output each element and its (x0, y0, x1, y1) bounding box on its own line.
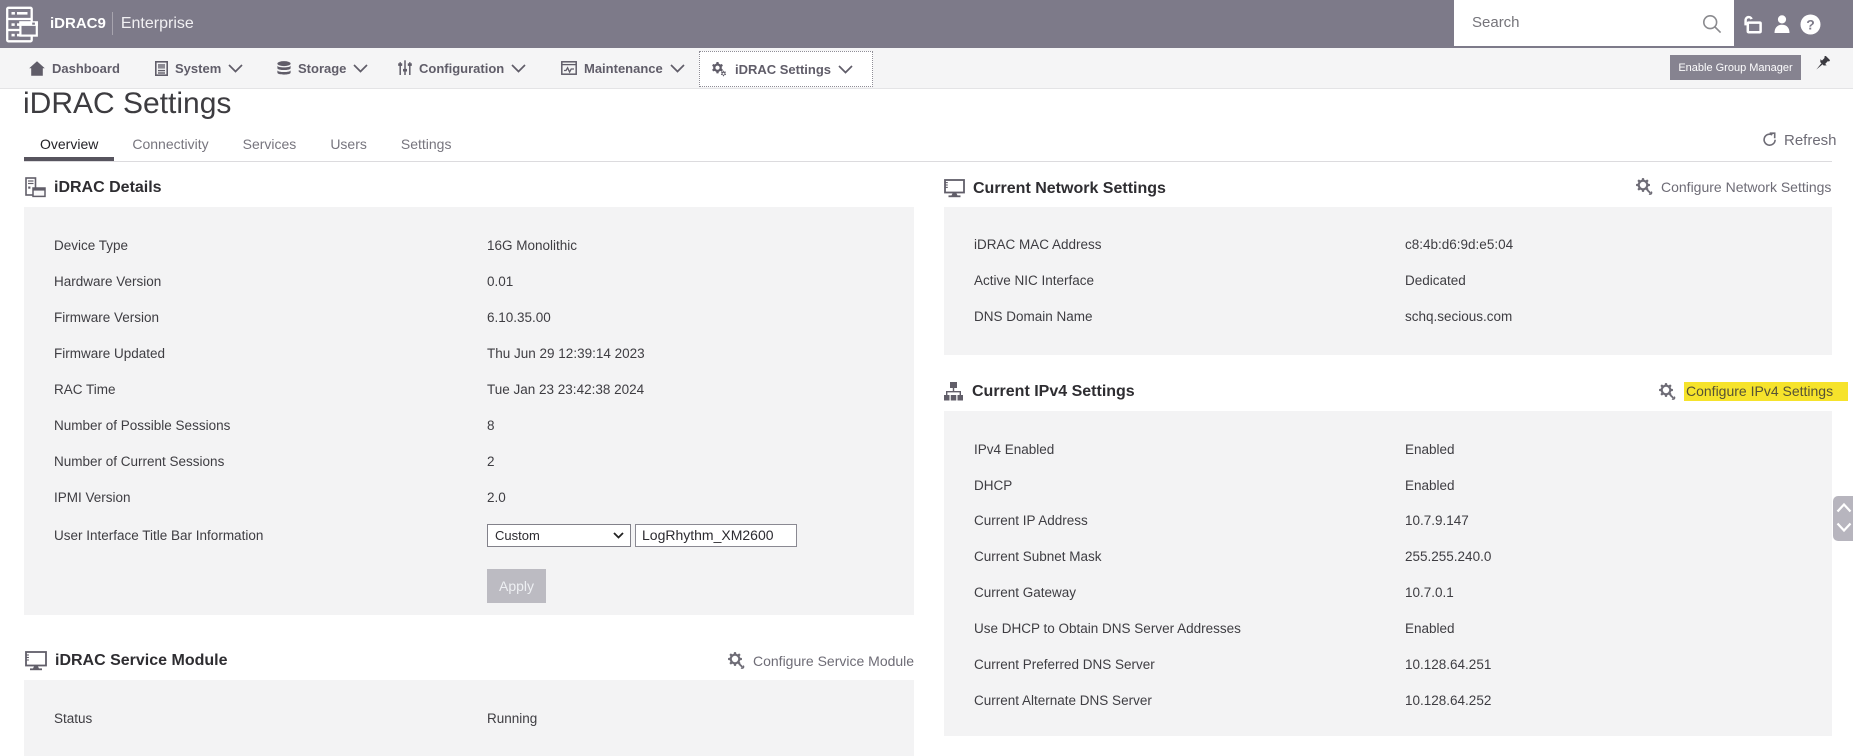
svg-text:?: ? (1806, 16, 1815, 32)
